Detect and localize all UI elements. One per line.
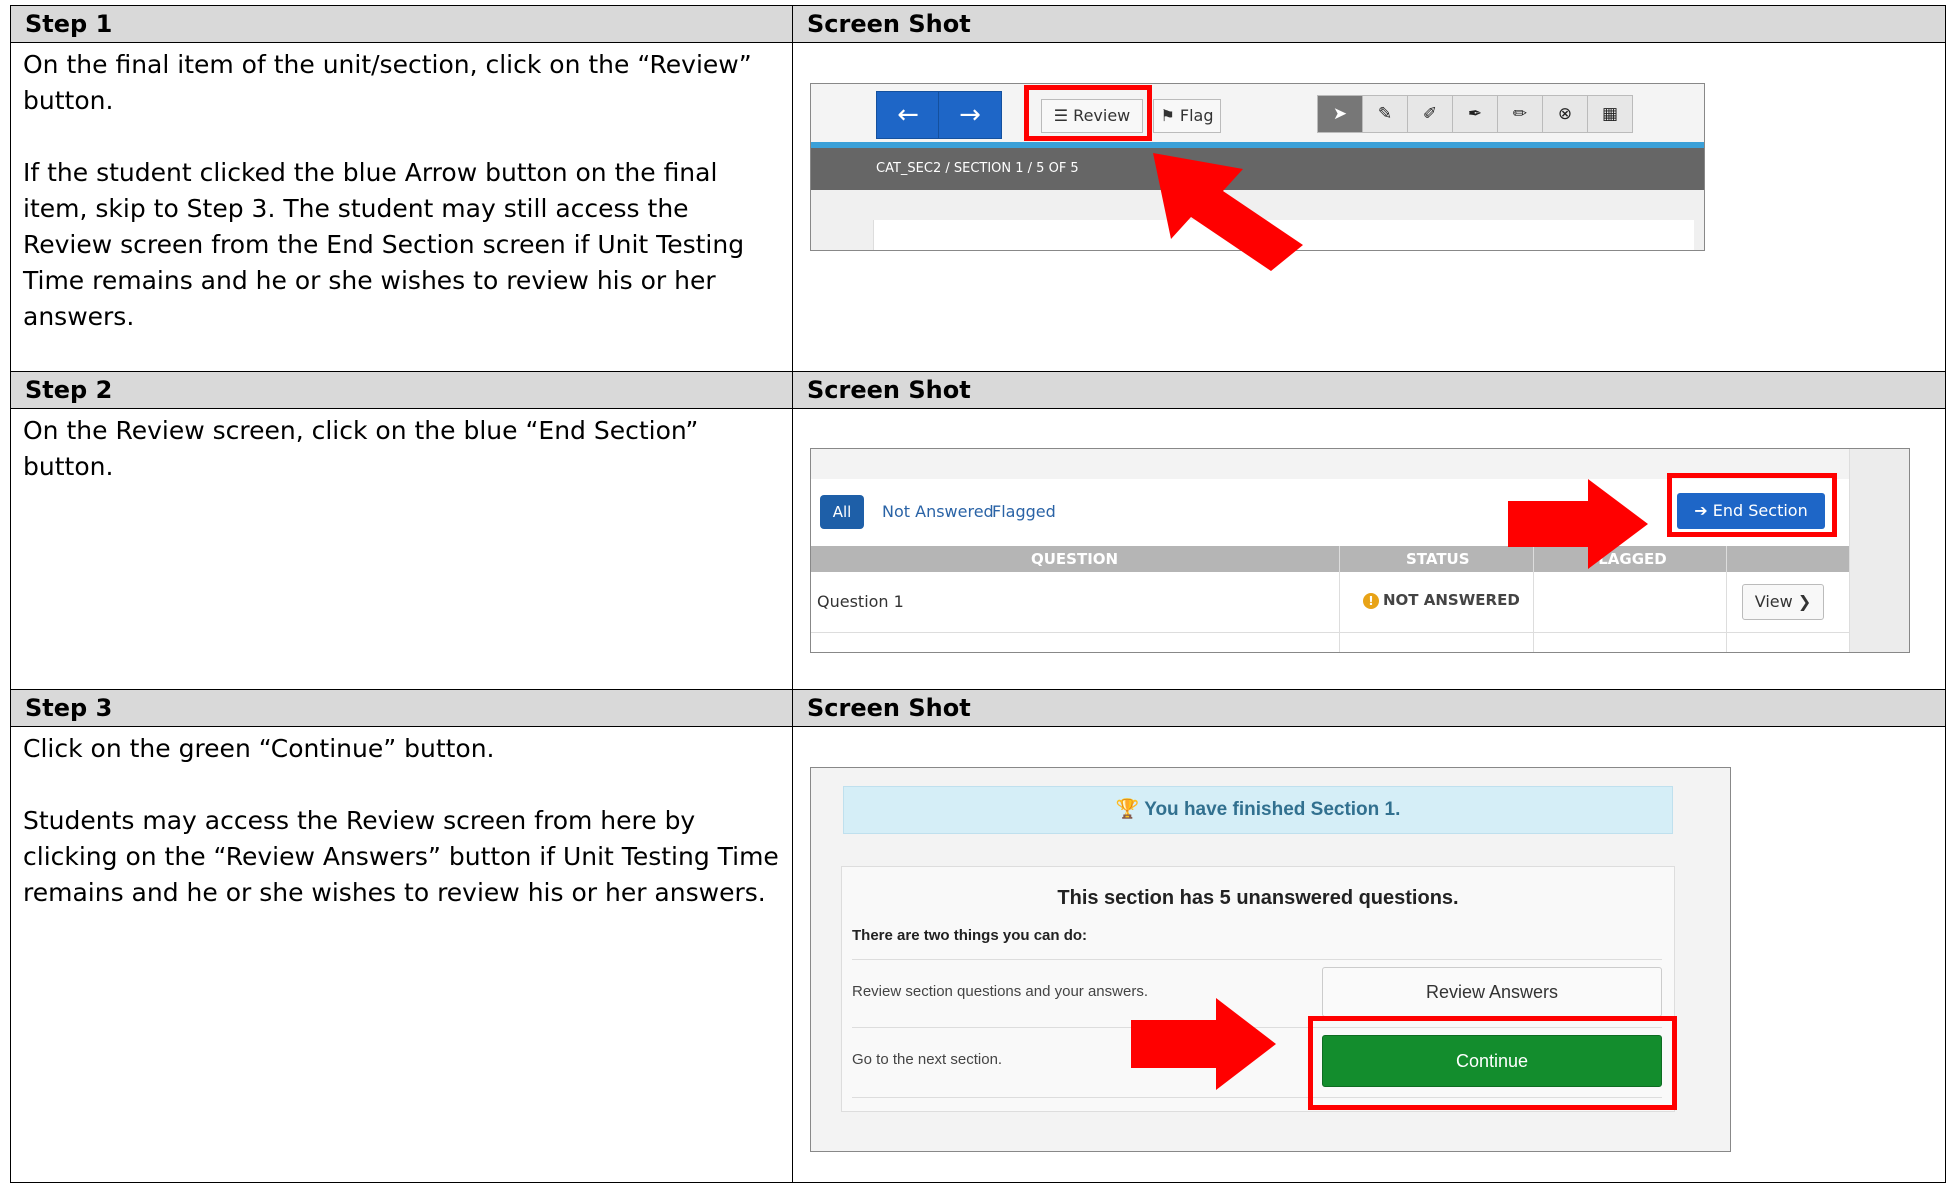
step-3-screenshot-cell: 🏆 You have finished Section 1. This sect…	[792, 726, 1946, 1183]
warning-icon: !	[1363, 592, 1379, 609]
chevron-right-icon: ❯	[1792, 592, 1812, 611]
end-section-highlight-box	[1667, 473, 1837, 537]
marker-icon[interactable]: ✒	[1453, 95, 1498, 133]
flag-button[interactable]: ⚑ Flag	[1153, 99, 1221, 133]
view-button[interactable]: View ❯	[1742, 584, 1824, 620]
clear-icon[interactable]: ⊗	[1543, 95, 1588, 133]
red-arrow-icon	[1131, 998, 1276, 1090]
pointer-icon[interactable]: ➤	[1317, 95, 1363, 133]
back-arrow-icon: ←	[897, 100, 919, 130]
instruction-table: Step 1 Screen Shot On the final item of …	[10, 5, 1946, 1183]
step-1-paragraph: On the final item of the unit/section, c…	[23, 50, 752, 115]
pencil-icon[interactable]: ✎	[1363, 95, 1408, 133]
step-2-paragraph: On the Review screen, click on the blue …	[23, 416, 699, 481]
step-3-shot-header: Screen Shot	[792, 689, 1946, 727]
calculator-icon[interactable]: ▦	[1588, 95, 1633, 133]
tab-all[interactable]: All	[820, 495, 864, 529]
step-2-instructions: On the Review screen, click on the blue …	[10, 408, 793, 690]
step-2-shot-header: Screen Shot	[792, 371, 1946, 409]
step-2-header: Step 2	[10, 371, 793, 409]
tab-not-answered[interactable]: Not Answered	[882, 495, 994, 529]
view-label: View	[1754, 592, 1793, 611]
flag-icon: ⚑	[1160, 106, 1180, 125]
tab-flagged[interactable]: Flagged	[992, 495, 1056, 529]
panel-title: This section has 5 unanswered questions.	[1057, 887, 1459, 909]
step-3-header: Step 3	[10, 689, 793, 727]
forward-arrow-button[interactable]: →	[938, 91, 1002, 139]
back-arrow-button[interactable]: ←	[876, 91, 940, 139]
finished-banner: 🏆 You have finished Section 1.	[843, 786, 1673, 834]
column-divider	[1339, 546, 1340, 652]
option-continue-text: Go to the next section.	[852, 1051, 1003, 1068]
eraser-icon[interactable]: ✏	[1498, 95, 1543, 133]
banner-text: You have finished Section 1.	[1144, 799, 1401, 820]
col-question: QUESTION	[1031, 550, 1119, 568]
column-divider	[1726, 546, 1727, 652]
status-badge: ! NOT ANSWERED	[1363, 591, 1520, 609]
continue-highlight-box	[1308, 1016, 1677, 1110]
highlighter-icon[interactable]: ✐	[1408, 95, 1453, 133]
step-3-screenshot: 🏆 You have finished Section 1. This sect…	[810, 767, 1731, 1152]
forward-arrow-icon: →	[959, 100, 981, 130]
red-arrow-icon	[1153, 153, 1303, 271]
step-3-paragraph: Students may access the Review screen fr…	[23, 806, 779, 907]
step-2-screenshot-cell: All Not Answered Flagged ➔ End Section Q…	[792, 408, 1946, 690]
divider	[852, 959, 1662, 960]
table-row: Question 1 ! NOT ANSWERED View ❯	[811, 572, 1849, 633]
step-1-shot-header: Screen Shot	[792, 5, 1946, 43]
table-header: QUESTION STATUS FLAGGED	[811, 546, 1849, 572]
trophy-icon: 🏆	[1115, 799, 1145, 820]
review-answers-button[interactable]: Review Answers	[1322, 967, 1662, 1017]
step-2-screenshot: All Not Answered Flagged ➔ End Section Q…	[810, 448, 1910, 653]
col-status: STATUS	[1406, 550, 1470, 568]
side-panel	[1849, 449, 1909, 652]
option-review-text: Review section questions and your answer…	[852, 983, 1148, 1000]
step-3-paragraph: Click on the green “Continue” button.	[23, 734, 495, 763]
step-1-instructions: On the final item of the unit/section, c…	[10, 42, 793, 372]
status-label: NOT ANSWERED	[1383, 591, 1520, 609]
tool-group: ➤ ✎ ✐ ✒ ✏ ⊗ ▦	[1317, 95, 1633, 133]
panel-subtitle: There are two things you can do:	[852, 927, 1088, 944]
step-3-instructions: Click on the green “Continue” button. St…	[10, 726, 793, 1183]
red-arrow-icon	[1508, 479, 1648, 569]
step-1-header: Step 1	[10, 5, 793, 43]
flag-label: Flag	[1179, 106, 1214, 125]
step-1-paragraph: If the student clicked the blue Arrow bu…	[23, 158, 745, 331]
step-1-screenshot-cell: ← → ☰ Review ⚑ Flag ➤ ✎ ✐ ✒ ✏ ⊗ ▦ CAT_SE…	[792, 42, 1946, 372]
question-name: Question 1	[817, 592, 904, 611]
review-highlight-box	[1024, 85, 1152, 141]
